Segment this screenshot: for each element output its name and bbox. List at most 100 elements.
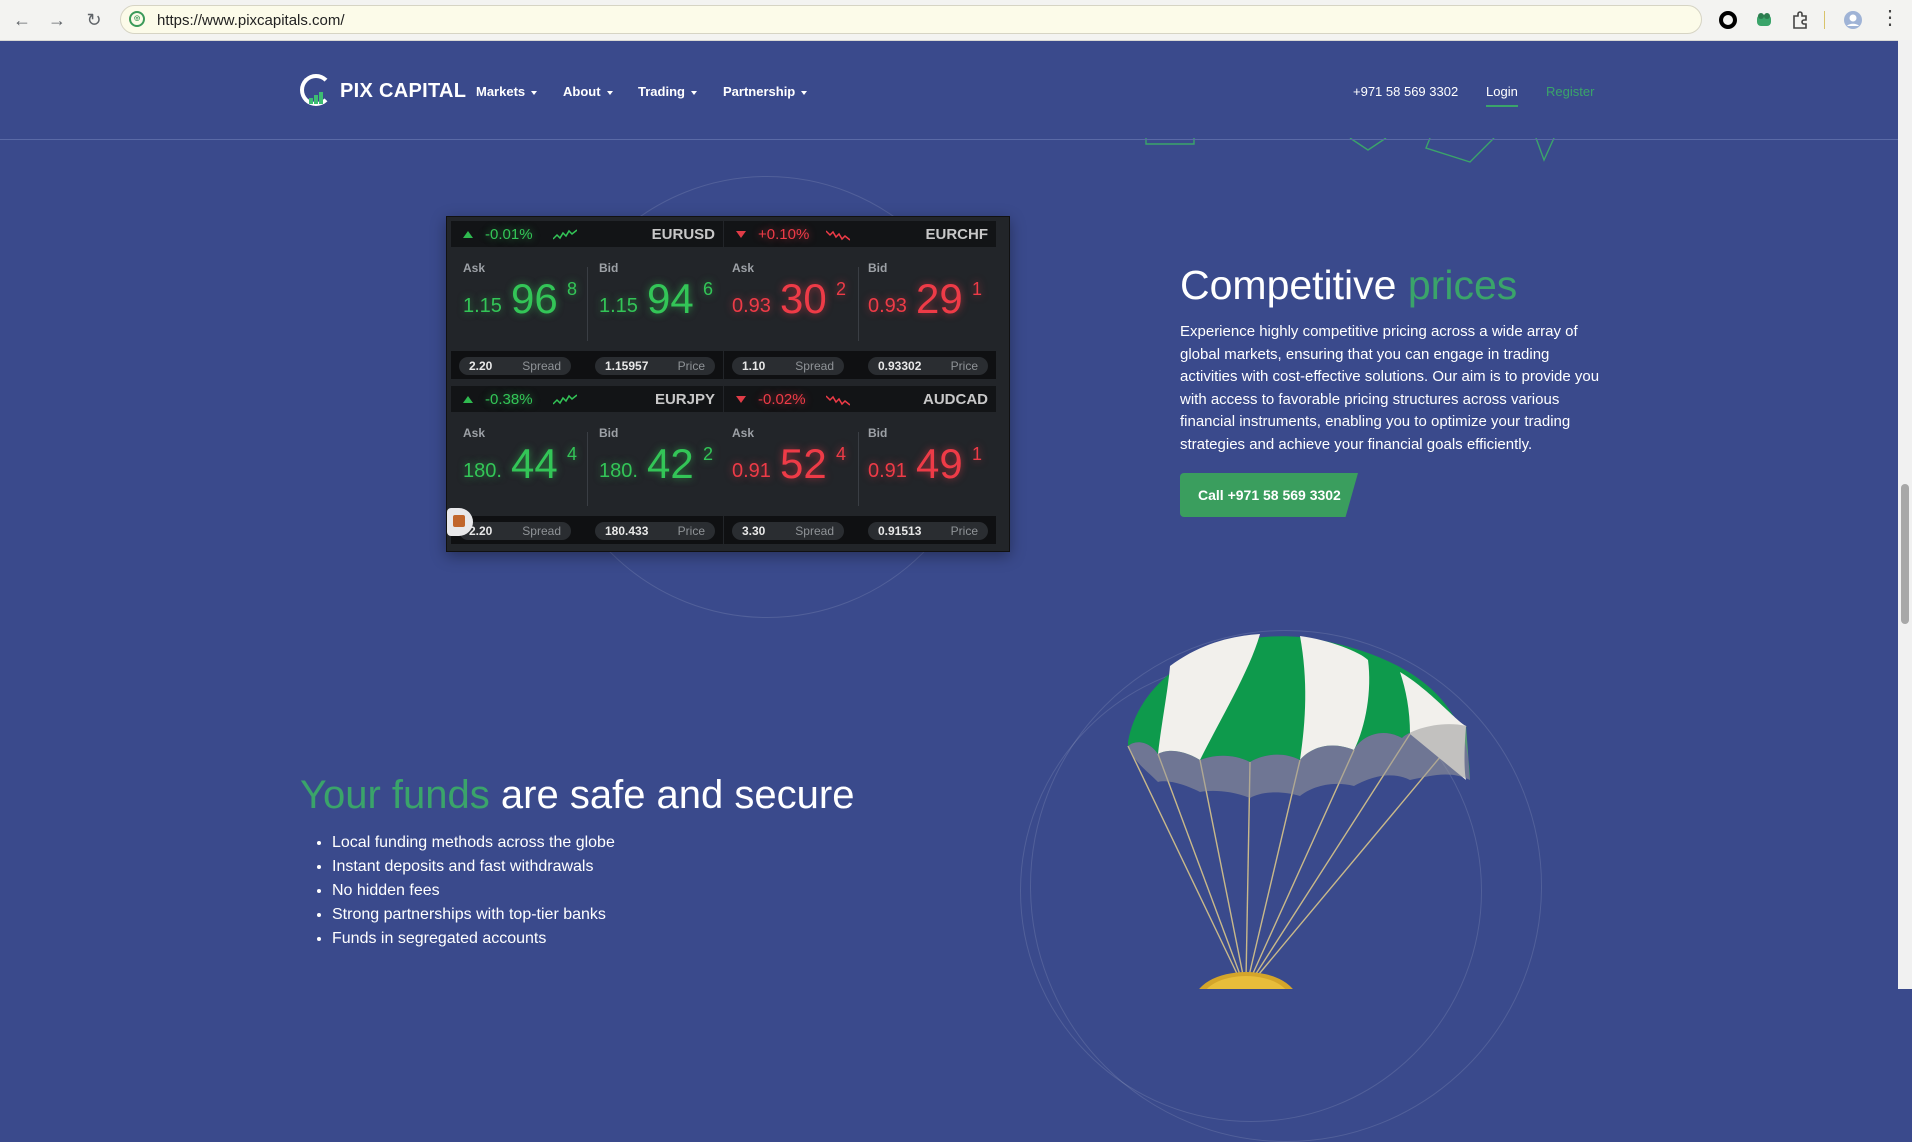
change-percent: -0.01% (485, 226, 533, 243)
price-pill: 0.93302 Price (868, 357, 988, 375)
address-bar[interactable]: ◎ https://www.pixcapitals.com/ (120, 5, 1702, 34)
spread-pill: 2.20 Spread (459, 357, 571, 375)
chevron-down-icon (690, 90, 697, 95)
ask-label: Ask (463, 261, 486, 275)
bid-fraction: 6 (703, 279, 714, 299)
nav-markets[interactable]: Markets (476, 84, 538, 99)
arrow-down-icon (736, 231, 746, 238)
change-percent: -0.38% (485, 391, 533, 408)
forward-icon[interactable]: → (45, 8, 69, 32)
nav-trading[interactable]: Trading (638, 84, 697, 99)
bid-label: Bid (599, 261, 619, 275)
price-pill: 180.433 Price (595, 522, 715, 540)
extensions-puzzle-icon[interactable] (1790, 10, 1810, 30)
bid-prefix: 0.93 (868, 295, 907, 317)
ticker-cell-eurusd[interactable]: -0.01% EURUSD Ask 1.15 96 8 Bid 1.15 94 … (451, 217, 723, 381)
ask-prefix: 180. (463, 460, 502, 482)
bid-prefix: 180. (599, 460, 638, 482)
price-ticker-widget: -0.01% EURUSD Ask 1.15 96 8 Bid 1.15 94 … (446, 216, 1010, 552)
ticker-footer: 2.20 Spread 180.433 Price (451, 516, 723, 544)
bid-pips: 29 (916, 275, 963, 322)
ticker-cell-eurjpy[interactable]: -0.38% EURJPY Ask 180. 44 4 Bid 180. 42 … (451, 382, 723, 546)
scrollbar-thumb[interactable] (1901, 484, 1909, 624)
spread-pill: 3.30 Spread (732, 522, 844, 540)
change-percent: +0.10% (758, 226, 810, 243)
register-link[interactable]: Register (1546, 84, 1594, 99)
ticker-footer: 2.20 Spread 1.15957 Price (451, 351, 723, 379)
logo-text: PIX CAPITAL (340, 80, 467, 102)
chevron-down-icon (531, 90, 538, 95)
list-item: Strong partnerships with top-tier banks (332, 903, 615, 927)
divider (587, 432, 588, 506)
ask-fraction: 2 (836, 279, 847, 299)
sparkline-icon (826, 230, 850, 241)
bid-fraction: 1 (972, 279, 983, 299)
ticker-footer: 3.30 Spread 0.91513 Price (724, 516, 996, 544)
reload-icon[interactable]: ↻ (82, 8, 106, 32)
chevron-down-icon (606, 90, 613, 95)
ask-prefix: 0.91 (732, 460, 771, 482)
ticker-footer: 1.10 Spread 0.93302 Price (724, 351, 996, 379)
back-icon[interactable]: ← (10, 8, 34, 32)
ask-pips: 96 (511, 275, 558, 322)
nav-about[interactable]: About (563, 84, 613, 99)
sparkline-icon (826, 395, 850, 406)
price-pill: 0.91513 Price (868, 522, 988, 540)
logo-bars-icon (309, 86, 324, 104)
divider (858, 267, 859, 341)
ticker-cell-audcad[interactable]: -0.02% AUDCAD Ask 0.91 52 4 Bid 0.91 49 … (724, 382, 996, 546)
parachute-icon (1127, 634, 1470, 989)
list-item: Local funding methods across the globe (332, 831, 615, 855)
ticker-header: -0.38% EURJPY (451, 386, 723, 412)
pair-name: EURJPY (654, 391, 715, 408)
ask-pips: 52 (780, 440, 827, 487)
spread-pill: 2.20 Spread (459, 522, 571, 540)
arrow-up-icon (463, 231, 473, 238)
bid-label: Bid (599, 426, 619, 440)
bid-prefix: 0.91 (868, 460, 907, 482)
sparkline-icon (553, 229, 577, 240)
url-text[interactable]: https://www.pixcapitals.com/ (157, 12, 345, 29)
bid-prefix: 1.15 (599, 295, 638, 317)
ask-fraction: 8 (567, 279, 578, 299)
chevron-down-icon (801, 90, 808, 95)
bid-pips: 42 (647, 440, 694, 487)
site-info-icon[interactable]: ◎ (129, 11, 145, 27)
call-button[interactable]: Call +971 58 569 3302 (1180, 473, 1358, 517)
divider (587, 267, 588, 341)
list-item: Funds in segregated accounts (332, 927, 615, 951)
decor-shapes (1145, 138, 1555, 163)
ticker-header: -0.02% AUDCAD (724, 386, 996, 412)
ask-prefix: 1.15 (463, 295, 502, 317)
ask-label: Ask (732, 261, 755, 275)
extension-frog-icon[interactable] (1754, 10, 1774, 30)
nav-partnership[interactable]: Partnership (723, 84, 808, 99)
profile-avatar-icon[interactable] (1843, 10, 1863, 30)
page-scrollbar[interactable] (1898, 40, 1912, 989)
pair-name: AUDCAD (923, 391, 988, 408)
bid-label: Bid (868, 261, 888, 275)
ticker-header: +0.10% EURCHF (724, 221, 996, 247)
extension-circle-icon[interactable] (1718, 10, 1738, 30)
logo[interactable]: PIX CAPITAL (300, 72, 466, 110)
pair-name: EURUSD (651, 226, 715, 243)
funds-list: Local funding methods across the globe I… (310, 831, 615, 951)
toolbar-divider (1824, 11, 1825, 29)
list-item: No hidden fees (332, 879, 615, 903)
ticker-cell-eurchf[interactable]: +0.10% EURCHF Ask 0.93 30 2 Bid 0.93 29 … (724, 217, 996, 381)
bid-fraction: 1 (972, 444, 983, 464)
ask-prefix: 0.93 (732, 295, 771, 317)
divider (858, 432, 859, 506)
login-link[interactable]: Login (1486, 84, 1518, 107)
bid-fraction: 2 (703, 444, 714, 464)
bid-pips: 94 (647, 275, 694, 322)
header-phone[interactable]: +971 58 569 3302 (1353, 84, 1458, 99)
funds-heading: Your funds are safe and secure (300, 773, 855, 817)
browser-toolbar: ← → ↻ ◎ https://www.pixcapitals.com/ ⋮ (0, 0, 1912, 41)
browser-menu-icon[interactable]: ⋮ (1880, 8, 1900, 28)
ask-label: Ask (463, 426, 486, 440)
ask-pips: 30 (780, 275, 827, 322)
sparkline-icon (553, 394, 577, 405)
ask-fraction: 4 (836, 444, 847, 464)
ask-pips: 44 (511, 440, 558, 487)
